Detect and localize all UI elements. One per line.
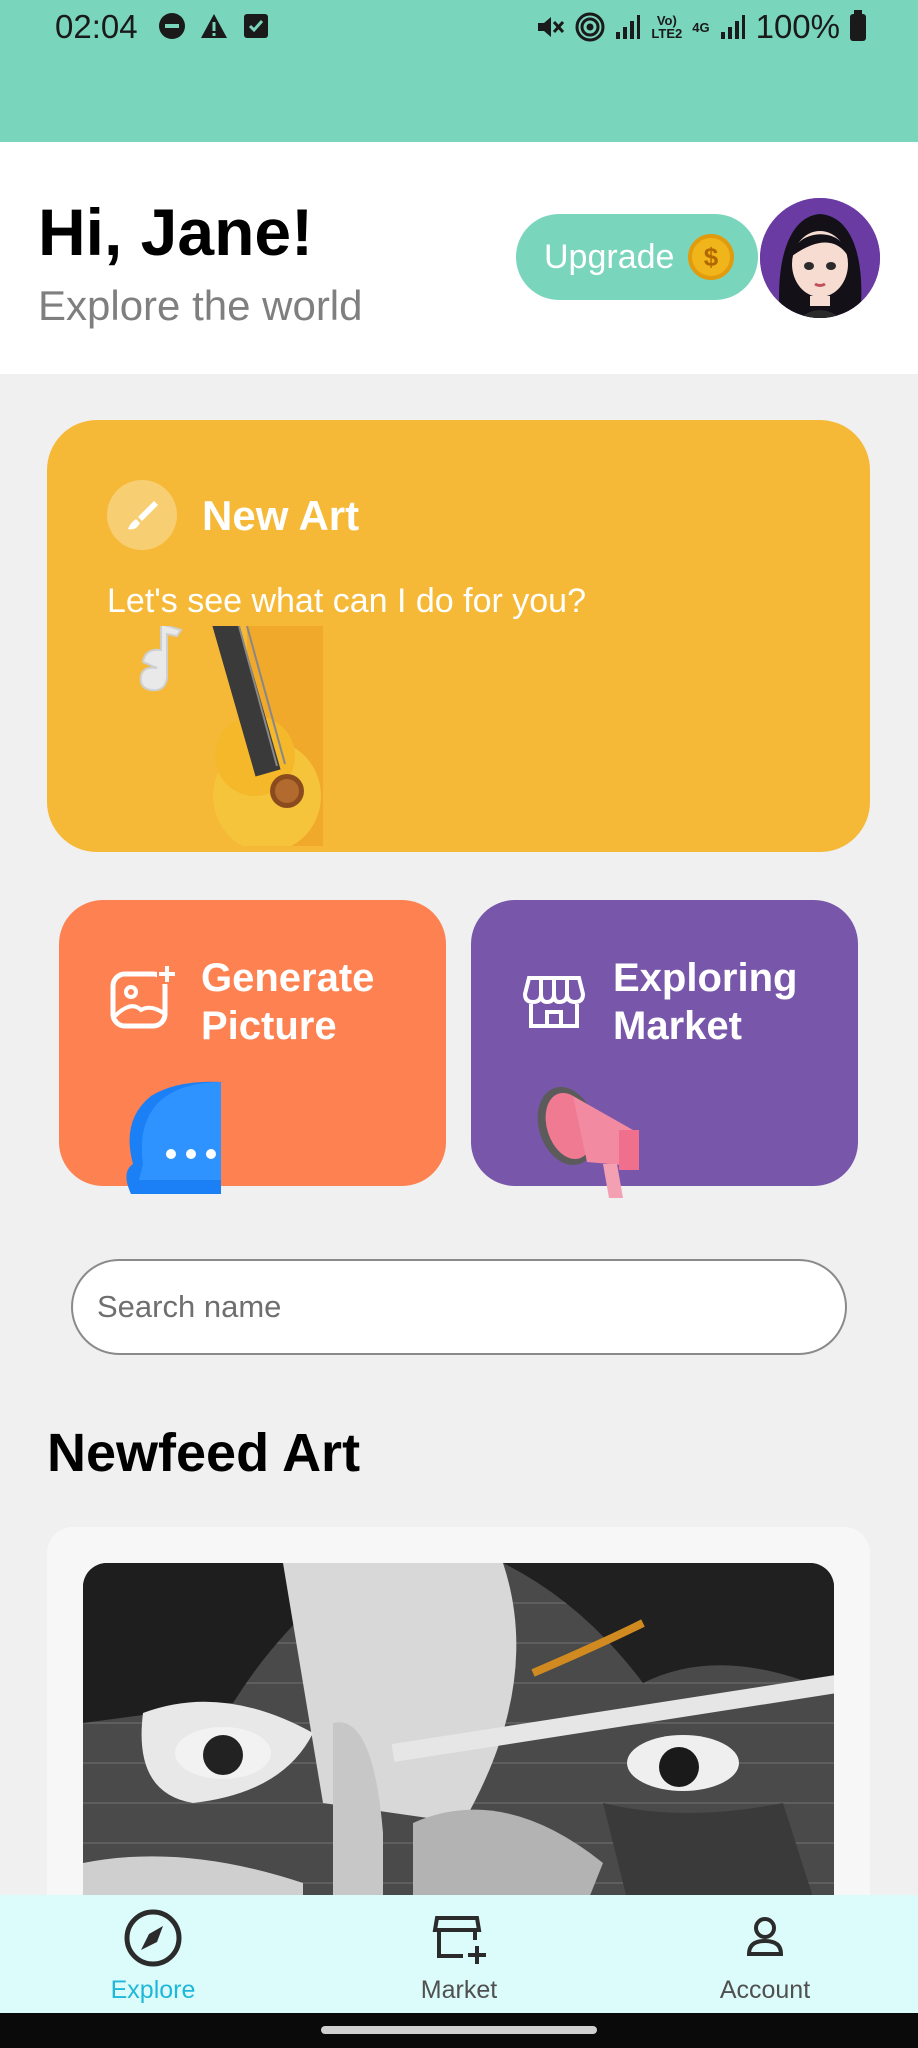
signal-icon <box>616 15 641 39</box>
brush-icon <box>107 480 177 550</box>
network-4g-indicator: 4G <box>692 19 710 35</box>
guitar-illustration <box>139 626 323 846</box>
greeting-title: Hi, Jane! <box>38 195 314 269</box>
avatar-illustration <box>760 198 880 318</box>
exploring-market-card[interactable]: Exploring Market <box>471 900 858 1198</box>
store-add-icon <box>427 1906 491 1970</box>
generate-picture-card[interactable]: Generate Picture <box>59 900 446 1194</box>
greeting-subtitle: Explore the world <box>38 282 363 329</box>
nav-label-market: Market <box>420 1976 498 2004</box>
nav-item-explore[interactable]: Explore <box>0 1895 306 2013</box>
home-gesture-pill[interactable] <box>321 2026 597 2034</box>
status-system-icons: Vo) LTE2 4G 100% <box>535 8 866 46</box>
header: Hi, Jane! Explore the world Upgrade $ <box>0 142 918 374</box>
signal-icon-2 <box>720 15 745 39</box>
generate-picture-title: Generate Picture <box>201 956 375 1048</box>
nav-item-account[interactable]: Account <box>612 1895 918 2013</box>
status-bar: 02:04 Vo) LTE2 4G 100% <box>0 0 918 142</box>
nav-item-market[interactable]: Market <box>306 1895 612 2013</box>
user-icon <box>733 1906 797 1970</box>
image-plus-icon <box>110 964 177 1029</box>
mute-icon <box>538 17 565 37</box>
search-input[interactable] <box>97 1289 845 1325</box>
new-art-subtitle: Let's see what can I do for you? <box>107 582 587 620</box>
street-art-illustration <box>83 1563 834 1947</box>
checkbox-icon <box>244 14 268 38</box>
volte-indicator: Vo) LTE2 <box>651 13 683 41</box>
battery-percent: 100% <box>755 8 840 45</box>
do-not-disturb-icon <box>159 13 185 39</box>
nav-label-account: Account <box>719 1976 811 2004</box>
compass-icon <box>121 1906 185 1970</box>
status-notification-icons <box>158 12 270 40</box>
newfeed-section-title: Newfeed Art <box>47 1423 361 1483</box>
status-time: 02:04 <box>55 8 138 45</box>
new-art-title: New Art <box>202 492 360 539</box>
upgrade-label: Upgrade <box>544 237 675 276</box>
search-box[interactable] <box>71 1259 847 1355</box>
storefront-icon <box>522 976 586 1028</box>
new-art-card[interactable]: New Art Let's see what can I do for you? <box>47 420 870 852</box>
upgrade-button[interactable]: Upgrade $ <box>516 214 758 300</box>
battery-icon <box>850 9 866 41</box>
nav-label-explore: Explore <box>110 1976 196 2004</box>
bottom-navigation: Explore Market Account <box>0 1895 918 2013</box>
feed-artwork-image <box>83 1563 834 1947</box>
warning-icon <box>201 14 227 38</box>
chat-bubble-illustration <box>126 1081 221 1194</box>
megaphone-illustration <box>537 1086 639 1198</box>
coin-icon: $ <box>688 234 734 280</box>
avatar[interactable] <box>760 198 880 318</box>
feed-card[interactable] <box>47 1527 870 1947</box>
hotspot-icon <box>575 12 605 42</box>
system-gesture-bar <box>0 2013 918 2048</box>
exploring-market-title: Exploring Market <box>613 956 798 1048</box>
